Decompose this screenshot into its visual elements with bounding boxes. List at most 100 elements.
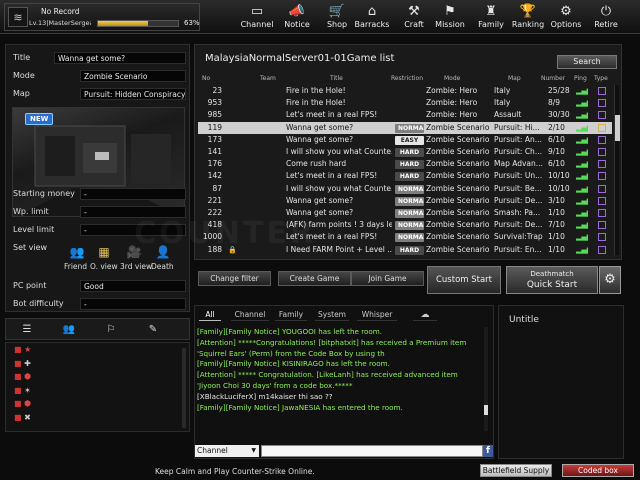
- chat-channel-select[interactable]: Channel ▼: [195, 445, 259, 457]
- profile-panel[interactable]: ≋ No Record Lv.13|MasterSergea... 63%: [4, 3, 200, 31]
- edit-icon[interactable]: ✎: [138, 322, 168, 337]
- col-restriction[interactable]: Restriction: [391, 75, 423, 82]
- row-no: 141: [207, 147, 222, 156]
- chat-input[interactable]: [261, 445, 483, 457]
- row-title: Let's meet in a real FPS!: [286, 110, 378, 120]
- rank-badge-icon[interactable]: ■ ⬢: [14, 399, 40, 409]
- chat-tab-family[interactable]: Family: [275, 309, 307, 321]
- chat-tab-all[interactable]: All: [199, 309, 221, 321]
- join-game-button[interactable]: Join Game: [351, 271, 424, 286]
- battlefield-supply-button[interactable]: Battlefield Supply: [480, 464, 552, 477]
- chat-tab-system[interactable]: System: [315, 309, 349, 321]
- friend-tag-icon[interactable]: ⚐: [96, 322, 126, 337]
- rank-badge-icon[interactable]: ■ ✚: [14, 359, 40, 369]
- chat-emoticon-icon[interactable]: ☁: [413, 309, 437, 321]
- row-map: Map Advan...: [494, 159, 543, 169]
- row-mode: Zombie Scenario: [426, 232, 490, 242]
- row-mode: Zombie Scenario: [426, 134, 490, 144]
- room-type-icon: [598, 99, 606, 108]
- quick-start-settings-gear-icon[interactable]: ⚙: [599, 266, 621, 294]
- game-row[interactable]: 985 Let's meet in a real FPS! Zombie: Hero…: [198, 109, 612, 121]
- custom-start-button[interactable]: Custom Start: [427, 266, 501, 294]
- nav-options[interactable]: ⚙ Options: [548, 0, 584, 34]
- rank-badge-icon[interactable]: ■ ⬢: [14, 372, 40, 382]
- room-detail-panel: Untitle: [498, 305, 624, 459]
- restriction-badge: HARD: [395, 160, 424, 170]
- game-row[interactable]: 141 I will show you what Counte... HARD Zom…: [198, 146, 612, 158]
- nav-craft[interactable]: ⚒ Craft: [396, 0, 432, 34]
- row-mode: Zombie: Hero: [426, 86, 478, 95]
- family-icon: ♜: [485, 4, 497, 19]
- side-list-scrollbar[interactable]: [182, 348, 186, 428]
- chat-tab-whisper[interactable]: Whisper: [357, 309, 397, 321]
- col-map[interactable]: Map: [508, 75, 521, 82]
- search-button[interactable]: Search: [557, 55, 617, 69]
- title-label: Title: [13, 53, 31, 62]
- row-mode: Zombie Scenario: [426, 159, 490, 169]
- col-team[interactable]: Team: [260, 75, 276, 82]
- game-row[interactable]: 953 Fire in the Hole! Zombie: Hero Italy 8/9…: [198, 97, 612, 109]
- friend-view-icon[interactable]: 👥: [66, 245, 88, 259]
- nav-mission[interactable]: ⚑ Mission: [432, 0, 468, 34]
- rank-badge-icon[interactable]: ■ ★: [14, 345, 40, 355]
- col-type[interactable]: Type: [594, 75, 608, 82]
- row-no: 23: [212, 86, 222, 95]
- rank-badge-icon[interactable]: ■ ✖: [14, 413, 40, 423]
- game-row[interactable]: 119 Wanna get some? NORMALZombie Scenario P…: [198, 121, 612, 134]
- change-filter-button[interactable]: Change filter: [198, 271, 271, 286]
- create-game-button[interactable]: Create Game: [278, 271, 351, 286]
- room-type-icon: [598, 209, 606, 217]
- game-list-scrollbar[interactable]: [614, 85, 620, 255]
- overview-icon[interactable]: ▦: [93, 245, 115, 259]
- game-row[interactable]: 23 Fire in the Hole! Zombie: Hero Italy 25/2…: [198, 85, 612, 97]
- coded-box-button[interactable]: Coded box: [562, 464, 634, 477]
- nav-shop[interactable]: 🛒 Shop: [319, 0, 355, 34]
- room-type-icon: [598, 233, 606, 242]
- restriction-badge: NORMAL: [395, 184, 424, 194]
- nav-barracks[interactable]: ⌂ Barracks: [354, 0, 390, 34]
- chat-scrollbar[interactable]: [484, 327, 488, 431]
- nav-label: Notice: [284, 20, 310, 29]
- chat-message: [Family][Family Notice] KISINIRAGO has l…: [197, 359, 390, 369]
- ping-signal-icon: ▂▄▆: [576, 196, 588, 205]
- game-row[interactable]: 87 I will show you what Counte...NORMALZo…: [198, 183, 612, 195]
- mode-label: Mode: [13, 71, 35, 80]
- col-title[interactable]: Title: [330, 75, 343, 82]
- nav-retire[interactable]: ⏻ Retire: [588, 0, 624, 34]
- quick-start-label: Quick Start: [526, 280, 578, 290]
- game-row[interactable]: 173 Wanna get some? EASY Zombie Scenario Pur…: [198, 134, 612, 146]
- nav-label: Channel: [240, 20, 274, 29]
- game-row[interactable]: 176 Come rush hard HARD Zombie Scenario Map …: [198, 158, 612, 170]
- col-ping[interactable]: Ping: [574, 75, 587, 82]
- group-icon[interactable]: 👥: [54, 322, 84, 337]
- nav-notice[interactable]: 📣 Notice: [279, 0, 315, 34]
- nav-label: Shop: [326, 20, 348, 29]
- col-number[interactable]: Number: [541, 75, 565, 82]
- ping-signal-icon: ▂▄▆: [576, 209, 588, 217]
- col-mode[interactable]: Mode: [444, 75, 460, 82]
- col-no[interactable]: No: [202, 75, 210, 82]
- ping-signal-icon: ▂▄▆: [576, 99, 588, 108]
- record-text: No Record: [41, 7, 80, 16]
- nav-family[interactable]: ♜ Family: [473, 0, 509, 34]
- exp-percent: 63%: [184, 19, 200, 27]
- nav-channel[interactable]: ▭ Channel: [239, 0, 275, 34]
- row-title: Come rush hard: [286, 159, 347, 169]
- row-number: 6/10: [548, 134, 565, 144]
- chat-tab-channel[interactable]: Channel: [231, 309, 269, 321]
- map-label: Map: [13, 89, 30, 98]
- row-title: I will show you what Counte...: [286, 183, 392, 193]
- rank-badge-icon[interactable]: ■ ✶: [14, 386, 40, 396]
- user-list-icon[interactable]: ☰: [12, 322, 42, 337]
- game-row[interactable]: 142 Let's meet in a real FPS! HARD Zombie S…: [198, 170, 612, 182]
- facebook-icon[interactable]: f: [483, 445, 493, 457]
- room-type-icon: [598, 160, 606, 169]
- row-number: 10/10: [548, 171, 570, 181]
- quick-start-button[interactable]: Deathmatch Quick Start: [506, 266, 598, 294]
- room-type-icon: [598, 196, 606, 205]
- chat-scroll-thumb[interactable]: [484, 405, 488, 415]
- nav-ranking[interactable]: 🏆 Ranking: [510, 0, 546, 34]
- game-list-scroll-thumb[interactable]: [615, 115, 620, 141]
- row-number: 25/28: [548, 86, 570, 95]
- game-row[interactable]: 221 Wanna get some? NORMALZombie Scenario P…: [198, 195, 612, 207]
